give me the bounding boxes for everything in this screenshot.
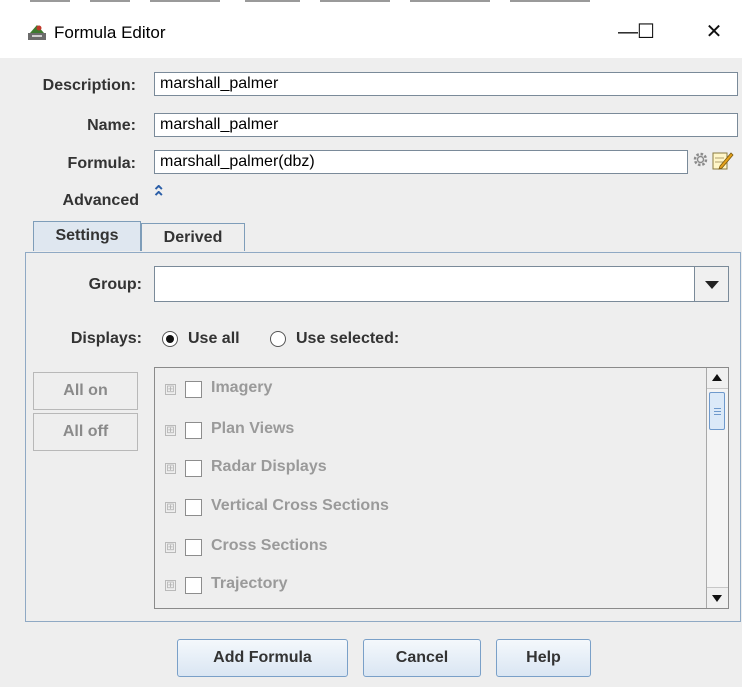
vertical-scrollbar[interactable] — [706, 368, 728, 608]
tree-item-cross-sections[interactable]: ⊞ Cross Sections — [155, 537, 705, 561]
all-on-button[interactable]: All on — [33, 372, 138, 410]
tree-item-label: Plan Views — [211, 420, 295, 437]
gear-icon[interactable] — [692, 151, 709, 168]
expand-icon[interactable]: ⊞ — [165, 502, 176, 513]
displays-label: Displays: — [70, 330, 142, 347]
scrollbar-thumb[interactable] — [709, 392, 725, 430]
description-field[interactable]: marshall_palmer — [154, 72, 738, 96]
use-all-label[interactable]: Use all — [188, 330, 240, 348]
expand-icon[interactable]: ⊞ — [165, 542, 176, 553]
use-selected-radio[interactable] — [270, 331, 286, 347]
advanced-toggle-icon[interactable]: ⌃ ⌃ — [152, 185, 166, 207]
help-button[interactable]: Help — [496, 639, 591, 677]
use-all-radio[interactable] — [162, 331, 178, 347]
plan-views-checkbox[interactable] — [185, 422, 202, 439]
name-field[interactable]: marshall_palmer — [154, 113, 738, 137]
cross-sections-checkbox[interactable] — [185, 539, 202, 556]
add-formula-button[interactable]: Add Formula — [177, 639, 348, 677]
chevron-up-icon: ⌃ — [152, 190, 166, 207]
tab-settings[interactable]: Settings — [33, 221, 141, 251]
advanced-label: Advanced — [62, 192, 139, 209]
close-button[interactable]: ✕ — [690, 12, 738, 52]
cancel-button[interactable]: Cancel — [363, 639, 481, 677]
app-icon — [28, 25, 46, 40]
window-title: Formula Editor — [54, 23, 166, 42]
tree-item-label: Imagery — [211, 379, 273, 396]
formula-label: Formula: — [67, 155, 136, 172]
formula-editor-window: Formula Editor — ☐ ✕ Description: marsha… — [0, 0, 742, 687]
trajectory-checkbox[interactable] — [185, 577, 202, 594]
dropdown-arrow-icon[interactable] — [694, 267, 728, 301]
imagery-checkbox[interactable] — [185, 381, 202, 398]
group-label: Group: — [88, 276, 142, 293]
vertical-cross-sections-checkbox[interactable] — [185, 499, 202, 516]
tree-item-plan-views[interactable]: ⊞ Plan Views — [155, 420, 705, 444]
tree-item-trajectory[interactable]: ⊞ Trajectory — [155, 575, 705, 599]
expand-icon[interactable]: ⊞ — [165, 580, 176, 591]
use-selected-label[interactable]: Use selected: — [296, 330, 399, 348]
tree-item-label: Radar Displays — [211, 458, 327, 475]
scroll-down-icon[interactable] — [707, 587, 728, 608]
tab-derived[interactable]: Derived — [141, 223, 245, 251]
formula-field[interactable]: marshall_palmer(dbz) — [154, 150, 688, 174]
tree-item-radar-displays[interactable]: ⊞ Radar Displays — [155, 458, 705, 482]
tree-item-label: Trajectory — [211, 575, 288, 592]
expand-icon[interactable]: ⊞ — [165, 463, 176, 474]
name-label: Name: — [87, 117, 136, 134]
scroll-up-icon[interactable] — [707, 368, 728, 389]
group-combobox[interactable] — [154, 266, 729, 302]
expand-icon[interactable]: ⊞ — [165, 425, 176, 436]
maximize-button[interactable]: ☐ — [622, 12, 670, 52]
displays-tree: ⊞ Imagery ⊞ Plan Views ⊞ Radar Displays … — [154, 367, 729, 609]
edit-icon[interactable] — [712, 150, 734, 170]
all-off-button[interactable]: All off — [33, 413, 138, 451]
radar-displays-checkbox[interactable] — [185, 460, 202, 477]
expand-icon[interactable]: ⊞ — [165, 384, 176, 395]
tree-item-label: Vertical Cross Sections — [211, 497, 389, 514]
tree-item-label: Cross Sections — [211, 537, 328, 554]
tree-item-imagery[interactable]: ⊞ Imagery — [155, 379, 705, 403]
tree-item-vertical-cross-sections[interactable]: ⊞ Vertical Cross Sections — [155, 497, 705, 521]
title-bar: Formula Editor — ☐ ✕ — [0, 6, 742, 58]
description-label: Description: — [42, 77, 136, 94]
